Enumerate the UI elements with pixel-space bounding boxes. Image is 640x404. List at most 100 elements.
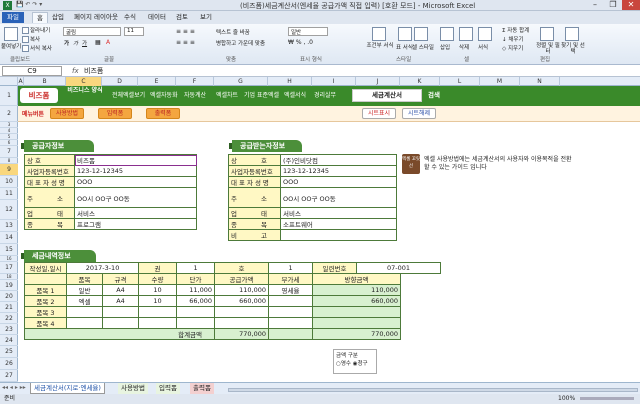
- item-supply-cell[interactable]: 110,000: [214, 284, 270, 296]
- tab-data[interactable]: 데이터: [148, 12, 166, 23]
- item-qty-cell[interactable]: [138, 306, 178, 318]
- item-spec-cell[interactable]: [101, 317, 140, 329]
- paste-button[interactable]: 붙여넣기: [1, 42, 21, 50]
- nav-excel-auto[interactable]: 엑셀자동화: [150, 86, 178, 106]
- row-header[interactable]: 17: [0, 262, 18, 274]
- nav-standard-excel[interactable]: 기업 표준엑셀: [244, 86, 279, 106]
- find-select-icon[interactable]: [565, 27, 579, 41]
- tab-page-layout[interactable]: 페이지 레이아웃: [74, 12, 118, 23]
- formula-input[interactable]: 비즈폼: [84, 66, 103, 76]
- input-form-button[interactable]: 입력폼: [98, 108, 132, 119]
- tab-file[interactable]: 파일: [2, 12, 24, 23]
- output-form-button[interactable]: 출력폼: [146, 108, 180, 119]
- row-header[interactable]: 7: [0, 146, 18, 158]
- search-button[interactable]: 검색: [428, 89, 440, 102]
- item-qty-cell[interactable]: 10: [138, 284, 178, 296]
- column-header-m[interactable]: M: [480, 77, 520, 86]
- buyer-item-cell[interactable]: 소프트웨어: [280, 218, 397, 230]
- row-header[interactable]: 10: [0, 176, 18, 188]
- row-header[interactable]: 27: [0, 370, 18, 382]
- clear-button[interactable]: ◇ 지우기: [502, 44, 523, 52]
- sheet-tab-invoice[interactable]: 세금계산서(지로·엔세율): [30, 383, 105, 394]
- font-name-select[interactable]: 굴림: [63, 27, 121, 36]
- format-cells-button[interactable]: 서식: [478, 43, 488, 51]
- supplier-name-cell[interactable]: 비즈폼: [74, 154, 197, 166]
- row-header[interactable]: 23: [0, 324, 18, 335]
- align-left-icons[interactable]: ≡ ≡ ≡: [176, 39, 195, 46]
- book-cell[interactable]: 1: [176, 262, 216, 274]
- item-price-cell[interactable]: [176, 306, 216, 318]
- item-amount-cell[interactable]: [312, 306, 402, 318]
- item-amount-cell[interactable]: [312, 317, 402, 329]
- buyer-note-cell[interactable]: [280, 229, 397, 241]
- tab-formulas[interactable]: 수식: [124, 12, 136, 23]
- row-header[interactable]: 26: [0, 358, 18, 370]
- column-header-b[interactable]: B: [24, 77, 66, 86]
- item-vat-cell[interactable]: [268, 317, 314, 329]
- nav-accounting[interactable]: 경리실무: [314, 86, 336, 106]
- delete-cells-icon[interactable]: [459, 27, 473, 41]
- column-header-d[interactable]: D: [102, 77, 138, 86]
- sheet-tab-input[interactable]: 입력폼: [156, 383, 180, 394]
- zoom-level[interactable]: 100%: [558, 394, 575, 404]
- row-header[interactable]: 14: [0, 232, 18, 244]
- sheet-hide-button[interactable]: 시트해제: [402, 108, 436, 119]
- column-header-l[interactable]: L: [440, 77, 480, 86]
- cell-style-button[interactable]: 셀 스타일: [412, 43, 434, 51]
- nav-excel-forms[interactable]: 엑셀서식: [284, 86, 306, 106]
- insert-cells-icon[interactable]: [440, 27, 454, 41]
- item-vat-cell[interactable]: [268, 306, 314, 318]
- supplier-address-cell[interactable]: OO시 OO구 OO동: [74, 187, 197, 208]
- font-size-select[interactable]: 11: [124, 27, 144, 36]
- format-table-button[interactable]: 표 서식: [396, 43, 413, 51]
- column-header-i[interactable]: I: [312, 77, 356, 86]
- item-name-cell[interactable]: [66, 317, 103, 329]
- font-color-icon[interactable]: A: [106, 39, 110, 46]
- supplier-regno-cell[interactable]: 123-12-12345: [74, 165, 197, 177]
- column-header-h[interactable]: H: [268, 77, 312, 86]
- number-format-select[interactable]: 일반: [288, 27, 328, 36]
- sheet-nav-icons[interactable]: ◂◂ ◂ ▸ ▸▸: [2, 384, 26, 391]
- buyer-regno-cell[interactable]: 123-12-12345: [280, 165, 397, 177]
- underline-button[interactable]: 가: [82, 39, 87, 47]
- bold-button[interactable]: 가: [64, 39, 69, 47]
- column-header-c[interactable]: C: [66, 77, 102, 86]
- merge-center-button[interactable]: 병합하고 가운데 맞춤: [216, 39, 265, 47]
- supplier-type-cell[interactable]: 서비스: [74, 207, 197, 219]
- sheet-tab-howto[interactable]: 사용방법: [118, 383, 148, 394]
- find-select-button[interactable]: 찾기 및 선택: [560, 43, 586, 55]
- no-cell[interactable]: 1: [268, 262, 314, 274]
- date-cell[interactable]: 2017-3-10: [65, 262, 140, 274]
- sort-filter-icon[interactable]: [540, 27, 554, 41]
- row-header[interactable]: 21: [0, 302, 18, 313]
- row-header[interactable]: 22: [0, 313, 18, 324]
- name-box[interactable]: C9: [2, 66, 62, 76]
- item-qty-cell[interactable]: 10: [138, 295, 178, 307]
- row-header[interactable]: 24: [0, 335, 18, 346]
- format-table-icon[interactable]: [398, 27, 412, 41]
- search-input[interactable]: 세금계산서: [352, 89, 422, 102]
- item-name-cell[interactable]: 엑셀: [66, 295, 103, 307]
- select-all-corner[interactable]: [0, 77, 18, 86]
- column-header-j[interactable]: J: [356, 77, 400, 86]
- close-button[interactable]: ✕: [622, 0, 640, 10]
- buyer-address-cell[interactable]: OO시 OO구 OO동: [280, 187, 397, 208]
- conditional-format-button[interactable]: 조건부 서식: [366, 43, 394, 49]
- supplier-item-cell[interactable]: 프로그램: [74, 218, 197, 230]
- fx-icon[interactable]: fx: [72, 65, 79, 77]
- copy-button[interactable]: 복사: [22, 35, 40, 43]
- format-cells-icon[interactable]: [478, 27, 492, 41]
- column-header-f[interactable]: F: [176, 77, 214, 86]
- row-header[interactable]: 20: [0, 291, 18, 302]
- item-qty-cell[interactable]: [138, 317, 178, 329]
- supplier-ceo-cell[interactable]: OOO: [74, 176, 197, 188]
- insert-cells-button[interactable]: 삽입: [440, 43, 450, 51]
- sort-filter-button[interactable]: 정렬 및 필터: [535, 43, 561, 55]
- item-vat-cell[interactable]: [268, 295, 314, 307]
- item-spec-cell[interactable]: A4: [101, 295, 140, 307]
- buyer-type-cell[interactable]: 서비스: [280, 207, 397, 219]
- border-icon[interactable]: ▦: [95, 39, 101, 46]
- wrap-text-button[interactable]: 텍스트 줄 바꿈: [216, 28, 250, 36]
- item-price-cell[interactable]: 11,000: [176, 284, 216, 296]
- nav-all-excel[interactable]: 전체엑셀보기: [112, 86, 145, 106]
